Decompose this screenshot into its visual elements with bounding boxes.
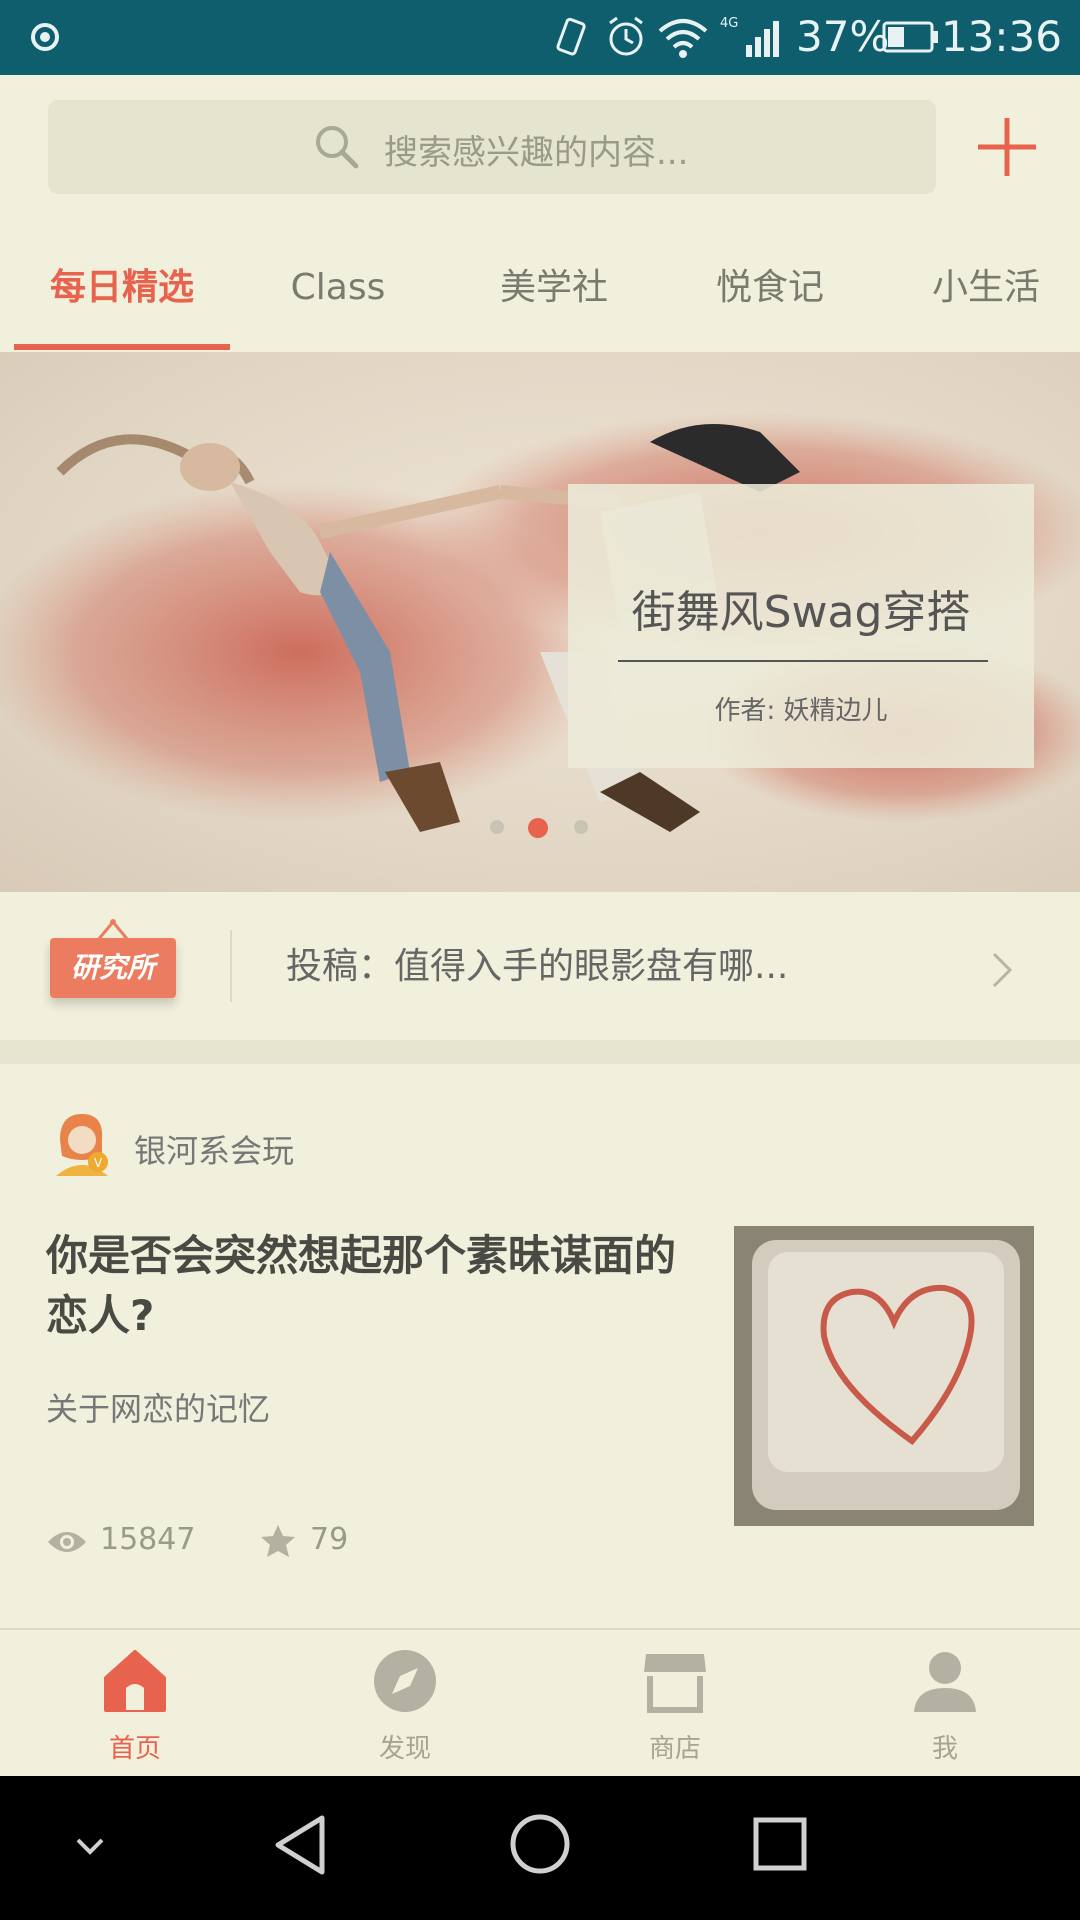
author-name[interactable]: 银河系会玩 (134, 1126, 294, 1172)
notification-dot-icon (31, 23, 59, 51)
carousel-dot[interactable] (490, 820, 504, 834)
banner-divider (618, 660, 988, 662)
notice-text[interactable]: 投稿：值得入手的眼影盘有哪... (286, 937, 788, 989)
section-separator (0, 1040, 1080, 1064)
article-title[interactable]: 你是否会突然想起那个素昧谋面的恋人? (46, 1226, 706, 1346)
add-icon[interactable] (972, 112, 1042, 182)
article-thumbnail[interactable] (734, 1226, 1034, 1526)
article-subtitle: 关于网恋的记忆 (46, 1390, 271, 1428)
nav-home[interactable]: 首页 (0, 1640, 270, 1776)
tab-aesthetics[interactable]: 美学社 (446, 240, 662, 352)
search-icon (316, 126, 359, 169)
star-icon (261, 1525, 295, 1557)
tab-food[interactable]: 悦食记 (662, 240, 878, 352)
carousel-dot[interactable] (574, 820, 588, 834)
hide-keyboard-icon[interactable] (72, 1828, 108, 1864)
search-placeholder: 搜索感兴趣的内容... (384, 133, 689, 173)
carousel-dot-active[interactable] (528, 818, 548, 838)
back-icon[interactable] (270, 1812, 330, 1878)
nav-profile[interactable]: 我 (810, 1640, 1080, 1776)
alarm-icon (609, 16, 643, 56)
nav-profile-label: 我 (931, 1734, 958, 1764)
nav-discover[interactable]: 发现 (270, 1640, 540, 1776)
tab-life[interactable]: 小生活 (878, 240, 1080, 352)
stars-stat: 79 (260, 1522, 380, 1564)
wifi-icon (658, 19, 708, 58)
banner-title: 街舞风Swag穿搭 (631, 587, 971, 638)
author-avatar[interactable]: V (50, 1110, 112, 1180)
signal-icon: 4G (720, 16, 779, 57)
views-count: 15847 (100, 1522, 196, 1557)
notice-divider (230, 930, 232, 1002)
banner-caption-card[interactable]: 街舞风Swag穿搭 作者: 妖精边儿 (568, 484, 1034, 768)
vibrate-icon (556, 17, 586, 56)
chevron-right-icon[interactable] (990, 950, 1016, 990)
views-stat: 15847 (46, 1522, 226, 1564)
active-tab-indicator (14, 344, 230, 350)
banner-author: 作者: 妖精边儿 (714, 696, 888, 726)
home-icon (104, 1650, 166, 1712)
battery-icon (882, 21, 938, 53)
recents-icon[interactable] (752, 1816, 808, 1872)
tab-class[interactable]: Class (230, 240, 446, 352)
compass-icon (374, 1650, 436, 1712)
stars-count: 79 (310, 1522, 349, 1557)
eye-icon (48, 1532, 86, 1552)
svg-text:V: V (94, 1156, 103, 1170)
home-button-icon[interactable] (508, 1812, 572, 1876)
nav-discover-label: 发现 (378, 1734, 431, 1764)
store-icon (644, 1654, 706, 1713)
battery-percent: 37% (796, 12, 890, 61)
nav-home-label: 首页 (108, 1734, 161, 1764)
status-bar: 4G 37% 13:36 (0, 0, 1080, 75)
system-navigation-bar (0, 1776, 1080, 1920)
nav-store[interactable]: 商店 (540, 1640, 810, 1776)
network-type-label: 4G (720, 16, 738, 31)
clock: 13:36 (940, 12, 1062, 61)
search-input[interactable]: 搜索感兴趣的内容... (48, 100, 936, 194)
category-tabs: 每日精选 Class 美学社 悦食记 小生活 (0, 240, 1080, 354)
user-icon (914, 1652, 976, 1712)
tab-daily-picks[interactable]: 每日精选 (14, 240, 230, 352)
nav-store-label: 商店 (648, 1734, 701, 1764)
notice-tag: 研究所 (50, 938, 176, 998)
